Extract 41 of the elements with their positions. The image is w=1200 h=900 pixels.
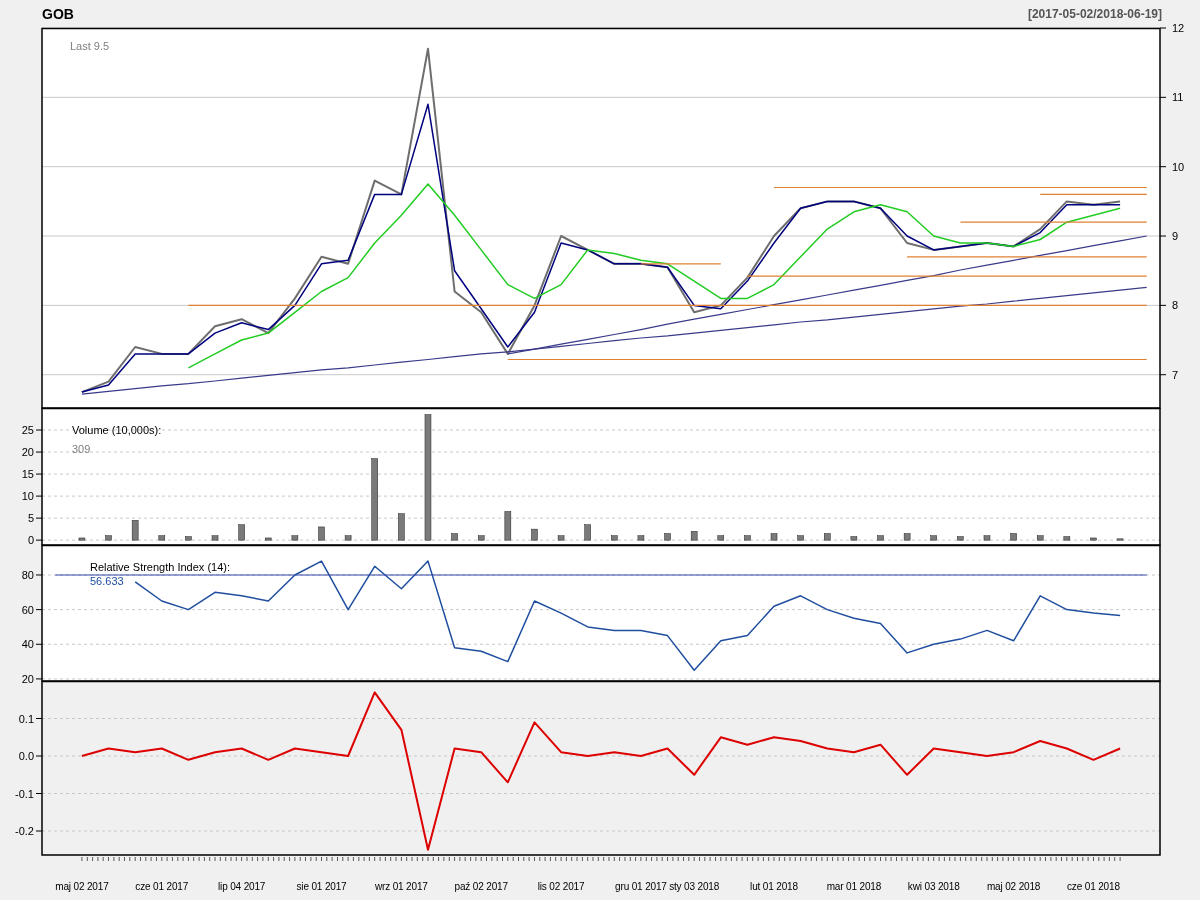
legend-label: Relative Strength Index (14): <box>90 561 231 573</box>
y-tick-label: 20 <box>21 672 34 685</box>
y-tick-label: 5 <box>27 512 34 525</box>
legend-value: 56.633 <box>90 575 124 587</box>
legend-label: Volume (10,000s): <box>72 424 162 436</box>
y-tick-label: 15 <box>21 468 34 481</box>
y-tick-label: 80 <box>21 568 34 581</box>
date-range: [2017-05-02/2018-06-19] <box>1027 7 1162 21</box>
x-tick-label: gru 01 2017 <box>615 881 667 892</box>
x-tick-label: lut 01 2018 <box>750 881 798 892</box>
y-tick-label: -0.1 <box>15 787 34 800</box>
y-tick-label: 40 <box>21 638 34 651</box>
y-tick-label: 10 <box>21 490 34 503</box>
x-tick-label: mar 01 2018 <box>826 881 882 892</box>
x-tick-label: maj 02 2018 <box>986 881 1041 892</box>
y-tick-label: 0.0 <box>18 750 34 762</box>
y-tick-label: 9 <box>1172 230 1179 243</box>
y-tick-label: 0.1 <box>18 712 34 725</box>
y-tick-label: -0.2 <box>15 825 34 837</box>
y-tick-label: 0 <box>27 534 34 547</box>
x-tick-label: paź 02 2017 <box>454 881 508 892</box>
y-tick-label: 11 <box>1172 91 1184 104</box>
legend-value: 309 <box>72 443 91 455</box>
y-tick-label: 12 <box>1172 22 1185 34</box>
x-tick-label: kwi 03 2018 <box>907 881 960 892</box>
y-tick-label: 60 <box>21 603 34 616</box>
y-tick-label: 20 <box>21 446 34 459</box>
y-tick-label: 8 <box>1172 299 1179 312</box>
y-tick-label: 10 <box>1172 160 1185 173</box>
x-tick-label: lis 02 2017 <box>537 881 585 892</box>
x-tick-label: sie 01 2017 <box>296 881 347 892</box>
x-tick-label: lip 04 2017 <box>218 881 266 892</box>
chart-title: GOB <box>42 6 74 22</box>
x-tick-label: sty 03 2018 <box>669 881 720 892</box>
x-tick-label: cze 01 2018 <box>1067 881 1120 892</box>
x-tick-label: maj 02 2017 <box>55 881 109 892</box>
x-tick-label: cze 01 2017 <box>135 881 189 892</box>
x-tick-label: wrz 01 2017 <box>374 881 428 892</box>
legend-label: Last 9.5 <box>70 40 110 52</box>
y-tick-label: 25 <box>21 424 34 437</box>
y-tick-label: 7 <box>1172 368 1179 381</box>
